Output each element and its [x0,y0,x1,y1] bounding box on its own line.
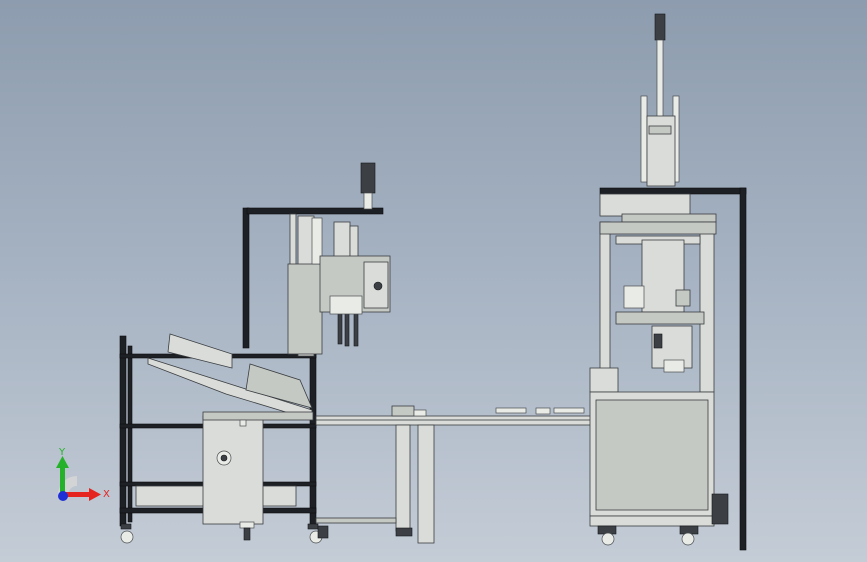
cad-viewport[interactable]: Y X [0,0,867,562]
coordinate-triad: Y X [56,447,110,501]
press-station [589,13,747,551]
feeder-base [202,411,314,541]
y-axis-label: Y [58,447,66,458]
pick-place-frame [242,162,391,357]
x-axis-label: X [103,489,110,500]
machine-assembly-drawing: Y X [56,13,747,551]
caster-wheel [120,523,134,544]
conveyor-line [315,405,593,544]
